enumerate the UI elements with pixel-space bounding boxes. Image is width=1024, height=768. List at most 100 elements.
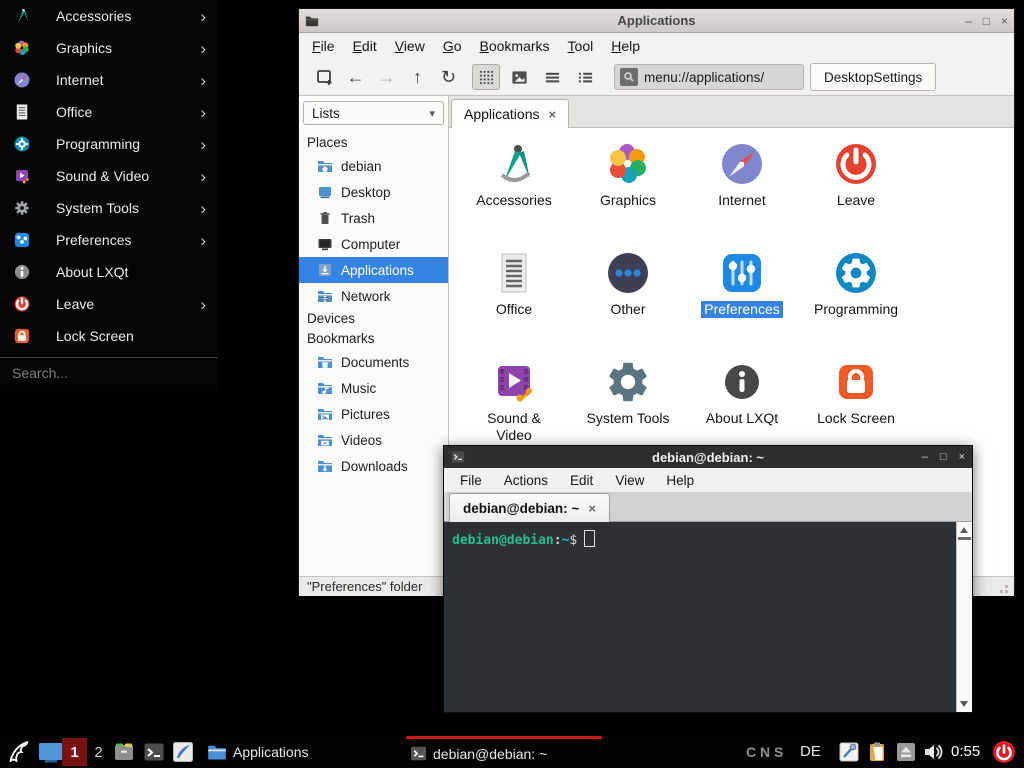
menu-item-about-lxqt[interactable]: About LXQt [0, 256, 218, 288]
close-button[interactable]: × [959, 451, 965, 463]
sidebar-item-pictures[interactable]: Pictures [299, 401, 448, 427]
show-desktop-button[interactable] [38, 742, 64, 763]
quicklaunch-featherpad-icon[interactable] [171, 740, 195, 764]
sidebar-item-downloads[interactable]: Downloads [299, 453, 448, 479]
tab-applications[interactable]: Applications × [451, 99, 569, 128]
keyboard-indicator-num[interactable]: N [760, 736, 770, 768]
new-tab-button[interactable] [309, 64, 340, 90]
reload-button[interactable]: ↻ [433, 64, 464, 90]
maximize-button[interactable]: □ [940, 451, 947, 463]
forward-button[interactable]: → [371, 64, 402, 90]
desktop-settings-button[interactable]: DesktopSettings [810, 63, 936, 91]
detailed-view-button[interactable] [571, 64, 599, 90]
clipboard-tray-icon[interactable] [866, 741, 888, 763]
scrollbar-thumb[interactable] [958, 537, 971, 540]
clock[interactable]: 0:55 [951, 736, 980, 768]
fm-titlebar[interactable]: Applications – □ × [299, 9, 1014, 33]
system-tools-icon [604, 358, 652, 406]
eject-tray-icon[interactable] [896, 742, 916, 762]
sidebar-item-trash[interactable]: Trash [299, 205, 448, 231]
back-button[interactable]: ← [340, 64, 371, 90]
menu-help[interactable]: Help [655, 473, 705, 488]
icon-view-button[interactable] [472, 64, 500, 90]
workspace-2-button[interactable]: 2 [90, 738, 107, 766]
start-menu-button[interactable] [6, 739, 33, 765]
menu-actions[interactable]: Actions [493, 473, 559, 488]
grid-item-office[interactable]: Office [457, 243, 571, 352]
sidebar-item-videos[interactable]: Videos [299, 427, 448, 453]
sidebar-item-music[interactable]: Music [299, 375, 448, 401]
keyboard-indicator-caps[interactable]: C [746, 736, 756, 768]
menu-tool[interactable]: Tool [559, 38, 603, 54]
menu-item-programming[interactable]: Programming › [0, 128, 218, 160]
search-input[interactable] [10, 364, 199, 382]
menu-go[interactable]: Go [434, 38, 471, 54]
quicklaunch-terminal-icon[interactable] [142, 740, 166, 764]
workspace-1-button[interactable]: 1 [62, 738, 87, 766]
address-input[interactable] [644, 70, 794, 85]
menu-item-internet[interactable]: Internet › [0, 64, 218, 96]
menu-item-leave[interactable]: Leave › [0, 288, 218, 320]
leave-power-button[interactable] [992, 740, 1016, 764]
menu-item-sound-video[interactable]: Sound & Video › [0, 160, 218, 192]
menu-view[interactable]: View [604, 473, 655, 488]
maximize-button[interactable]: □ [983, 15, 990, 27]
volume-tray-icon[interactable] [922, 741, 944, 763]
menu-view[interactable]: View [386, 38, 434, 54]
scroll-down-icon[interactable] [960, 701, 968, 707]
menu-item-system-tools[interactable]: System Tools › [0, 192, 218, 224]
sidebar-mode-select[interactable]: Lists ▾ [303, 101, 444, 125]
sidebar-item-network[interactable]: Network [299, 283, 448, 309]
sidebar-item-computer[interactable]: Computer [299, 231, 448, 257]
sidebar-item-desktop[interactable]: Desktop [299, 179, 448, 205]
task-button-terminal[interactable]: debian@debian: ~ [406, 736, 602, 768]
menu-edit[interactable]: Edit [344, 38, 386, 54]
sidebar-item-documents[interactable]: Documents [299, 349, 448, 375]
grid-item-accessories[interactable]: Accessories [457, 134, 571, 243]
tab-close-icon[interactable]: × [549, 107, 557, 122]
menu-edit[interactable]: Edit [559, 473, 604, 488]
submenu-arrow-icon: › [200, 136, 206, 153]
address-bar[interactable] [614, 64, 804, 90]
terminal-tab[interactable]: debian@debian: ~ × [449, 493, 610, 522]
keyboard-layout-indicator[interactable]: DE [800, 736, 821, 768]
menu-search[interactable] [0, 357, 218, 388]
screenshot-tray-icon[interactable] [838, 741, 860, 763]
terminal-titlebar[interactable]: debian@debian: ~ – □ × [444, 446, 972, 468]
task-button-applications[interactable]: Applications [203, 736, 401, 768]
tab-close-icon[interactable]: × [588, 501, 596, 516]
menu-file[interactable]: File [303, 38, 344, 54]
minimize-button[interactable]: – [965, 15, 972, 27]
menu-item-office[interactable]: Office › [0, 96, 218, 128]
grid-item-internet[interactable]: Internet [685, 134, 799, 243]
menu-item-lock-screen[interactable]: Lock Screen [0, 320, 218, 352]
menu-item-label: About LXQt [56, 264, 128, 280]
menu-bookmarks[interactable]: Bookmarks [471, 38, 559, 54]
compact-view-button[interactable] [538, 64, 566, 90]
quicklaunch-file-manager-icon[interactable] [112, 740, 136, 764]
menu-item-accessories[interactable]: Accessories › [0, 0, 218, 32]
menu-file[interactable]: File [449, 473, 493, 488]
grid-item-preferences[interactable]: Preferences [685, 243, 799, 352]
terminal-scrollbar[interactable] [956, 522, 972, 712]
minimize-button[interactable]: – [922, 451, 928, 463]
grid-item-other[interactable]: Other [571, 243, 685, 352]
up-button[interactable]: ↑ [402, 64, 433, 90]
status-text: "Preferences" folder [307, 579, 422, 594]
resize-grip[interactable] [1005, 590, 1008, 593]
menu-item-graphics[interactable]: Graphics › [0, 32, 218, 64]
thumbnail-view-button[interactable] [505, 64, 533, 90]
menu-help[interactable]: Help [602, 38, 649, 54]
grid-item-leave[interactable]: Leave [799, 134, 913, 243]
scroll-up-icon[interactable] [960, 527, 968, 533]
sidebar-item-applications[interactable]: Applications [299, 257, 448, 283]
terminal-output[interactable]: debian@debian:~$ [444, 522, 972, 712]
grid-item-programming[interactable]: Programming [799, 243, 913, 352]
system-tools-icon [13, 199, 31, 217]
menu-item-label: Programming [56, 136, 140, 152]
menu-item-preferences[interactable]: Preferences › [0, 224, 218, 256]
close-button[interactable]: × [1001, 15, 1008, 27]
sidebar-item-debian[interactable]: debian [299, 153, 448, 179]
keyboard-indicator-scroll[interactable]: S [774, 736, 783, 768]
grid-item-graphics[interactable]: Graphics [571, 134, 685, 243]
